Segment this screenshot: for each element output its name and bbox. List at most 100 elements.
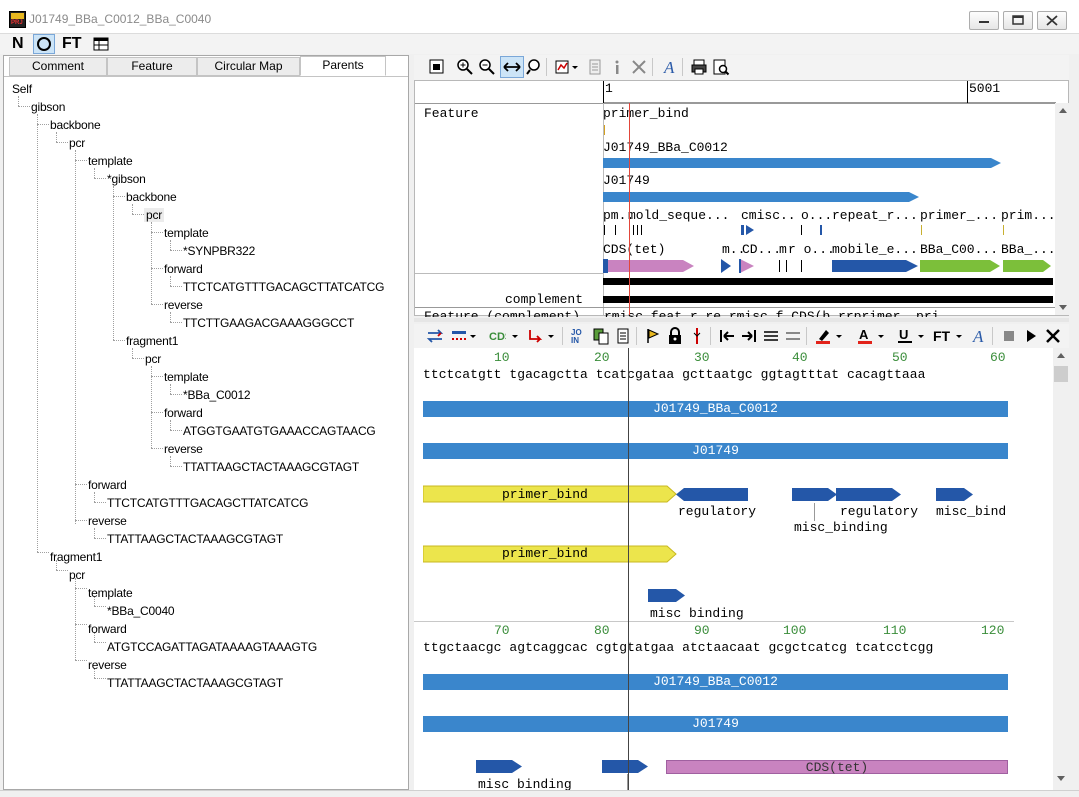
copy-icon[interactable] [592, 327, 610, 345]
tab-comment[interactable]: Comment [9, 57, 107, 76]
split-icon[interactable] [526, 327, 544, 345]
ft-icon[interactable]: FT [932, 327, 954, 345]
cds-icon[interactable]: CDS [488, 327, 506, 345]
swap-icon[interactable] [784, 327, 802, 345]
tree-node[interactable]: forward [88, 622, 127, 636]
go-end-icon[interactable] [740, 327, 758, 345]
chevron-down-icon[interactable] [954, 327, 964, 345]
tree-node[interactable]: pcr [69, 136, 85, 150]
sequence-line-2[interactable]: ttgctaacgc agtcaggcac cgtgtatgaa atctaac… [423, 641, 933, 655]
info-icon[interactable] [608, 58, 626, 76]
scroll-thumb[interactable] [1054, 366, 1068, 382]
scroll-down-icon[interactable] [1055, 301, 1071, 315]
sequence-line[interactable]: ttctcatgtt tgacagctta tcatcgataa gcttaat… [423, 368, 925, 382]
tree-node[interactable]: gibson [31, 100, 65, 114]
tree-node[interactable]: TTCTTGAAGACGAAAGGGCCT [183, 316, 354, 330]
n-button[interactable]: N [12, 35, 24, 53]
misc-binding-arrow-2[interactable] [648, 588, 686, 604]
feature-bar-construct[interactable]: J01749_BBa_C0012 [423, 401, 1008, 417]
print-preview-icon[interactable] [712, 58, 730, 76]
tree-node[interactable]: backbone [50, 118, 101, 132]
chevron-down-icon[interactable] [916, 327, 926, 345]
tree-node[interactable]: reverse [164, 442, 203, 456]
tree-node[interactable]: forward [164, 262, 203, 276]
maximize-button[interactable] [1003, 11, 1033, 30]
tree-node[interactable]: TTATTAAGCTACTAAAGCGTAGT [183, 460, 359, 474]
document-icon[interactable] [586, 58, 604, 76]
misc-binding-arrow-3[interactable] [476, 759, 524, 775]
underline-icon[interactable]: U [896, 327, 914, 345]
scroll-up-icon[interactable] [1053, 348, 1069, 362]
minimize-button[interactable] [969, 11, 999, 30]
tree-node[interactable]: *SYNPBR322 [183, 244, 255, 258]
font-color-icon[interactable]: A [856, 327, 874, 345]
tree-node[interactable]: template [88, 154, 133, 168]
export-image-icon[interactable] [428, 58, 446, 76]
tree-node[interactable]: *gibson [107, 172, 146, 186]
tree-node[interactable]: TTATTAAGCTACTAAAGCGTAGT [107, 532, 283, 546]
chevron-down-icon[interactable] [834, 327, 844, 345]
tree-node[interactable]: backbone [126, 190, 177, 204]
table-icon[interactable] [93, 37, 109, 54]
scroll-down-icon[interactable] [1053, 772, 1069, 786]
sequence-cursor[interactable] [628, 348, 629, 790]
tree-node[interactable]: *BBa_C0040 [107, 604, 175, 618]
feature-bar-construct-2[interactable]: J01749_BBa_C0012 [423, 674, 1008, 690]
misc-binding-arrow[interactable] [792, 487, 838, 503]
tree-node[interactable]: forward [88, 478, 127, 492]
construct-arrow[interactable] [603, 156, 1003, 170]
tree-node[interactable]: reverse [88, 514, 127, 528]
feature-bar-j01749[interactable]: J01749 [423, 443, 1008, 459]
tree-node[interactable]: TTATTAAGCTACTAAAGCGTAGT [107, 676, 283, 690]
tab-feature[interactable]: Feature [107, 57, 197, 76]
chevron-down-icon[interactable] [570, 58, 580, 76]
tree-node[interactable]: fragment1 [50, 550, 102, 564]
tab-circular-map[interactable]: Circular Map [197, 57, 300, 76]
zoom-out-icon[interactable] [478, 58, 496, 76]
stop-icon[interactable] [1000, 327, 1018, 345]
chevron-down-icon[interactable] [468, 327, 478, 345]
reverse-complement-icon[interactable] [426, 327, 444, 345]
position-cursor[interactable] [629, 103, 630, 315]
map-scrollbar[interactable] [1055, 103, 1071, 315]
tree-node[interactable]: ATGGTGAATGTGAAACCAGTAACG [183, 424, 376, 438]
line-style-icon[interactable] [450, 327, 468, 345]
cds-tet-bar[interactable]: CDS(tet) [666, 760, 1008, 775]
circle-view-button[interactable] [33, 34, 55, 54]
tree-node[interactable]: fragment1 [126, 334, 178, 348]
view-splitter[interactable] [414, 318, 1069, 322]
flag-icon[interactable] [644, 327, 662, 345]
scroll-up-icon[interactable] [1055, 103, 1071, 117]
chevron-down-icon[interactable] [546, 327, 556, 345]
tree-node[interactable]: template [164, 226, 209, 240]
tree-node[interactable]: TTCTCATGTTTGACAGCTTATCATCG [107, 496, 308, 510]
misc-binding-arrow-4[interactable] [602, 759, 650, 775]
tree-node[interactable]: reverse [164, 298, 203, 312]
feature-bar-j01749-2[interactable]: J01749 [423, 716, 1008, 732]
tree-node[interactable]: template [88, 586, 133, 600]
join-icon[interactable]: JOIN [570, 327, 588, 345]
chevron-down-icon[interactable] [510, 327, 520, 345]
close-button[interactable] [1037, 11, 1067, 30]
tree-node[interactable]: ATGTCCAGATTAGATAAAAGTAAAGTG [107, 640, 317, 654]
list-icon[interactable] [614, 327, 632, 345]
align-icon[interactable] [762, 327, 780, 345]
tree-node-selected[interactable]: pcr [144, 208, 165, 222]
tree-node[interactable]: *BBa_C0012 [183, 388, 251, 402]
tree-node[interactable]: pcr [145, 352, 161, 366]
tree-node[interactable]: forward [164, 406, 203, 420]
tools-icon[interactable] [1044, 327, 1062, 345]
delete-icon[interactable] [630, 58, 648, 76]
highlight-icon[interactable] [814, 327, 832, 345]
print-icon[interactable] [690, 58, 708, 76]
sequence-scrollbar[interactable] [1053, 348, 1069, 790]
tab-parents[interactable]: Parents [300, 56, 386, 76]
misc-bind-arrow[interactable] [936, 487, 974, 503]
play-icon[interactable] [1022, 327, 1040, 345]
go-start-icon[interactable] [718, 327, 736, 345]
tree-node[interactable]: template [164, 370, 209, 384]
cursor-mark-icon[interactable] [688, 327, 706, 345]
lock-icon[interactable] [666, 327, 684, 345]
ft-button[interactable]: FT [62, 35, 82, 53]
zoom-selection-icon[interactable] [526, 58, 544, 76]
